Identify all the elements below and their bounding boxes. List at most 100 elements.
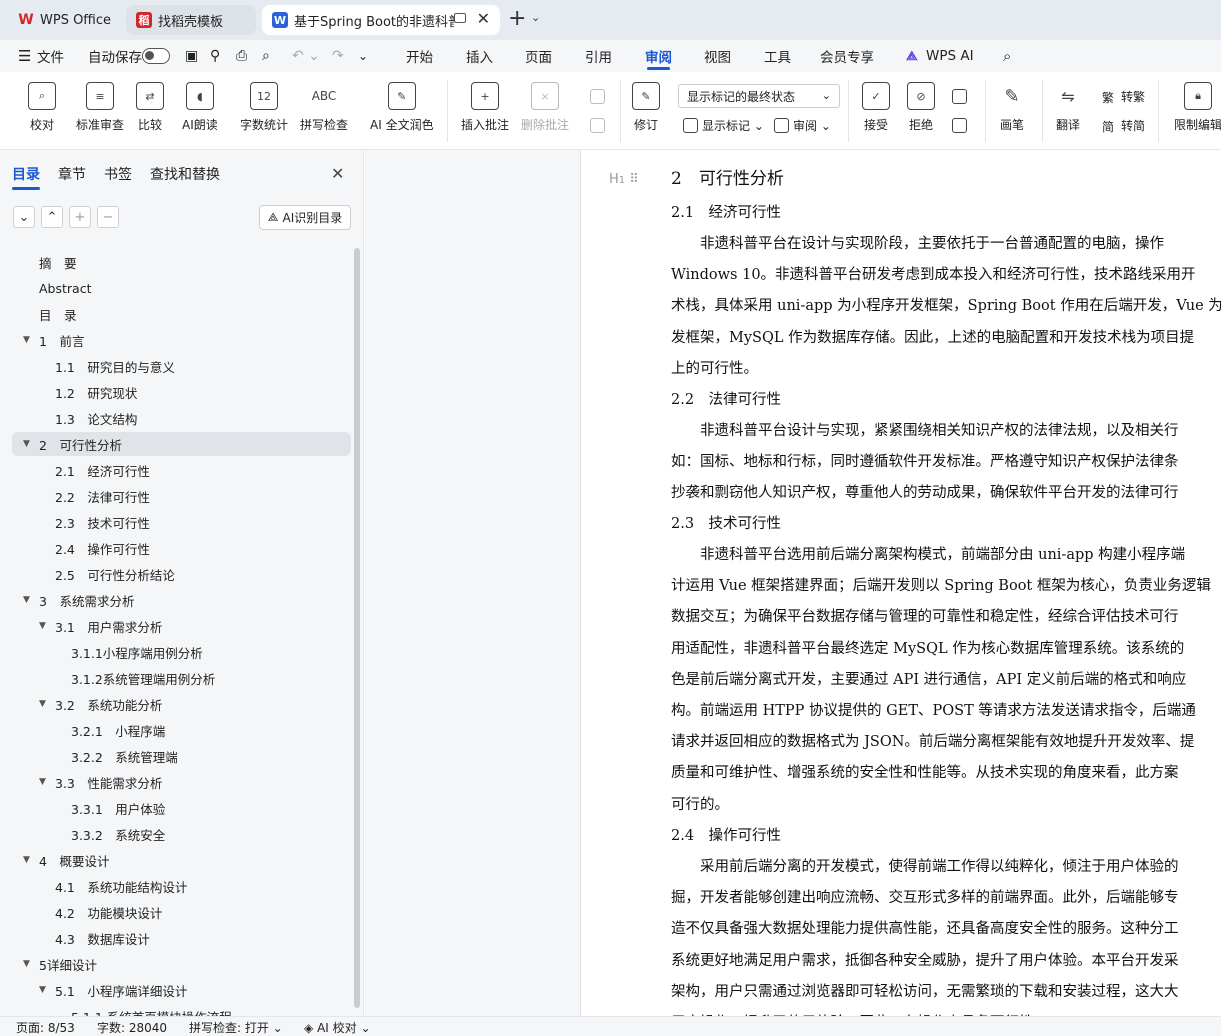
ai-read-button[interactable]: ◖ AI朗读	[182, 82, 218, 133]
delete-comment-button[interactable]: × 删除批注	[521, 82, 569, 133]
tab-bookmark[interactable]: 书签	[104, 164, 132, 184]
search-icon[interactable]: ⌕	[1003, 40, 1011, 72]
toc-item[interactable]: 1.1 研究目的与意义	[0, 354, 350, 378]
toc-item[interactable]: ▼ 5.1 小程序端详细设计	[0, 978, 350, 1002]
restrict-edit-button[interactable]: 🔒︎ 限制编辑	[1174, 82, 1221, 133]
toc-scrollbar[interactable]	[354, 248, 360, 1008]
page-indicator[interactable]: 页面: 8/53	[16, 1019, 75, 1036]
toc-item[interactable]: 3.1.1小程序端用例分析	[0, 640, 350, 664]
toc-item[interactable]: 3.2.2 系统管理端	[0, 744, 350, 768]
next-comment-icon[interactable]	[590, 118, 609, 133]
word-count[interactable]: 字数: 28040	[97, 1019, 167, 1036]
new-tab-icon[interactable]: +	[508, 6, 526, 31]
expand-toggle-icon[interactable]: ▼	[39, 699, 46, 709]
toc-item[interactable]: ▼ 3.2 系统功能分析	[0, 692, 350, 716]
menu-insert[interactable]: 插入	[466, 40, 493, 72]
menu-wps-ai[interactable]: WPS AI	[926, 40, 974, 72]
remove-heading-icon[interactable]: −	[97, 206, 119, 228]
save-icon[interactable]: ▣	[185, 40, 198, 72]
menu-tools[interactable]: 工具	[764, 40, 791, 72]
expand-toggle-icon[interactable]: ▼	[39, 985, 46, 995]
expand-toggle-icon[interactable]: ▼	[23, 335, 30, 345]
to-simplified-button[interactable]: 简转简	[1102, 117, 1145, 134]
menu-review[interactable]: 审阅	[645, 40, 672, 72]
ai-polish-button[interactable]: ✎ AI 全文润色	[370, 82, 434, 133]
toc-item[interactable]: ▼ 3.3 性能需求分析	[0, 770, 350, 794]
prev-change-icon[interactable]	[952, 89, 971, 104]
review-pane-button[interactable]: 审阅 ⌄	[774, 117, 831, 134]
reject-button[interactable]: ⊘ 拒绝	[907, 82, 935, 133]
expand-toggle-icon[interactable]: ▼	[39, 621, 46, 631]
tab-find-replace[interactable]: 查找和替换	[150, 164, 220, 184]
insert-comment-button[interactable]: + 插入批注	[461, 82, 509, 133]
toc-item[interactable]: 3.2.1 小程序端	[0, 718, 350, 742]
toc-item[interactable]: 2.4 操作可行性	[0, 536, 350, 560]
toc-item[interactable]: 3.3.2 系统安全	[0, 822, 350, 846]
toc-item[interactable]: 摘 要	[0, 250, 350, 274]
toc-item[interactable]: ▼ 5详细设计	[0, 952, 350, 976]
tab-docer[interactable]: 稻 找稻壳模板	[126, 5, 256, 35]
link-icon[interactable]: ⚲	[210, 40, 220, 72]
print-icon[interactable]: ⎙	[236, 40, 247, 72]
to-traditional-button[interactable]: 繁转繁	[1102, 88, 1145, 105]
menu-reference[interactable]: 引用	[585, 40, 612, 72]
toc-item[interactable]: 2.5 可行性分析结论	[0, 562, 350, 586]
toc-item[interactable]: ▼ 2 可行性分析	[12, 432, 351, 456]
toc-item[interactable]: 4.2 功能模块设计	[0, 900, 350, 924]
ai-toc-button[interactable]: ⟁ AI识别目录	[259, 205, 351, 230]
toc-item[interactable]: 4.3 数据库设计	[0, 926, 350, 950]
toc-item[interactable]: 5.1.1 系统首页模块操作流程	[0, 1004, 350, 1017]
std-review-button[interactable]: ≡ 标准审查	[76, 82, 124, 133]
toc-item[interactable]: 1.3 论文结构	[0, 406, 350, 430]
menu-file[interactable]: 文件	[37, 40, 64, 72]
next-change-icon[interactable]	[952, 118, 971, 133]
pen-button[interactable]: ✎ 画笔	[998, 82, 1026, 133]
close-tab-icon[interactable]: ✕	[477, 9, 490, 28]
revise-button[interactable]: ✎ 修订	[632, 82, 660, 133]
expand-down-icon[interactable]: ⌄	[13, 206, 35, 228]
chevron-down-icon[interactable]: ⌄	[531, 11, 540, 24]
expand-toggle-icon[interactable]: ▼	[39, 777, 46, 787]
show-marks-button[interactable]: 显示标记 ⌄	[683, 117, 764, 134]
more-chevron-icon[interactable]: ⌄	[358, 40, 368, 72]
toc-item[interactable]: ▼ 1 前言	[0, 328, 350, 352]
toc-item[interactable]: 3.1.2系统管理端用例分析	[0, 666, 350, 690]
toc-item[interactable]: ▼ 3 系统需求分析	[0, 588, 350, 612]
accept-button[interactable]: ✓ 接受	[862, 82, 890, 133]
expand-toggle-icon[interactable]: ▼	[23, 959, 30, 969]
expand-toggle-icon[interactable]: ▼	[23, 439, 30, 449]
toc-item[interactable]: 2.1 经济可行性	[0, 458, 350, 482]
toc-item[interactable]: 3.3.1 用户体验	[0, 796, 350, 820]
proof-button[interactable]: ⌕ 校对	[28, 82, 56, 133]
menu-view[interactable]: 视图	[704, 40, 731, 72]
toc-item[interactable]: 2.3 技术可行性	[0, 510, 350, 534]
translate-button[interactable]: ⇋ 翻译	[1054, 82, 1082, 133]
prev-comment-icon[interactable]	[590, 89, 609, 104]
heading-handle-icon[interactable]: H1 ⠿	[609, 172, 639, 187]
word-count-button[interactable]: 12 字数统计	[240, 82, 288, 133]
ai-proof-status[interactable]: ◈ AI 校对 ⌄	[304, 1019, 371, 1036]
compare-button[interactable]: ⇄ 比较	[136, 82, 164, 133]
add-heading-icon[interactable]: +	[69, 206, 91, 228]
redo-icon[interactable]: ↷	[332, 40, 344, 72]
expand-toggle-icon[interactable]: ▼	[23, 595, 30, 605]
tab-chapter[interactable]: 章节	[58, 164, 86, 184]
print-preview-icon[interactable]: ⌕	[262, 40, 270, 72]
toc-item[interactable]: 4.1 系统功能结构设计	[0, 874, 350, 898]
toc-item[interactable]: ▼ 4 概要设计	[0, 848, 350, 872]
hamburger-icon[interactable]: ☰	[18, 40, 31, 72]
spell-check-status[interactable]: 拼写检查: 打开 ⌄	[189, 1019, 283, 1036]
autosave-toggle[interactable]	[142, 48, 170, 64]
toc-item[interactable]: ▼ 3.1 用户需求分析	[0, 614, 350, 638]
tab-document[interactable]: W 基于Spring Boot的非遗科普 ✕	[262, 5, 500, 35]
close-pane-icon[interactable]: ✕	[331, 164, 344, 183]
display-mode-select[interactable]: 显示标记的最终状态 ⌄	[678, 84, 840, 108]
toc-item[interactable]: 1.2 研究现状	[0, 380, 350, 404]
spell-check-button[interactable]: ABC 拼写检查	[300, 82, 348, 133]
expand-toggle-icon[interactable]: ▼	[23, 855, 30, 865]
undo-icon[interactable]: ↶ ⌄	[292, 40, 320, 72]
tab-toc[interactable]: 目录	[12, 164, 40, 190]
tab-wps-office[interactable]: W WPS Office	[8, 5, 120, 35]
menu-start[interactable]: 开始	[406, 40, 433, 72]
toc-item[interactable]: 目 录	[0, 302, 350, 326]
